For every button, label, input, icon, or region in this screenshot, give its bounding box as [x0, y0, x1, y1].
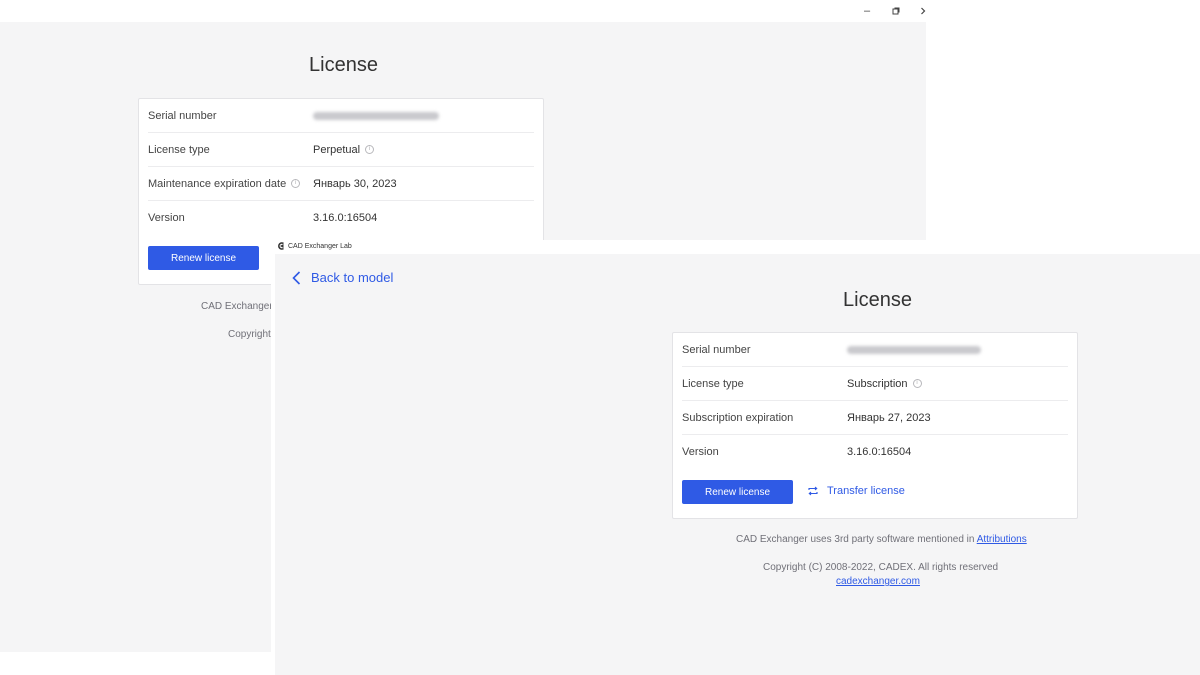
page-title: License	[309, 54, 378, 76]
footer-copyright-partial: Copyright	[228, 329, 271, 340]
front-window: CAD Exchanger Lab Back to model License …	[271, 240, 1200, 675]
transfer-license-link[interactable]: Transfer license	[807, 485, 905, 497]
serial-number-label: Serial number	[148, 109, 217, 122]
maintenance-expiration-row: Maintenance expiration date i Январь 30,…	[148, 167, 534, 201]
version-label: Version	[682, 446, 719, 458]
back-window-titlebar: ‒	[0, 0, 926, 22]
chevron-left-icon	[292, 270, 301, 285]
serial-number-redacted	[313, 111, 439, 120]
license-type-value: Perpetual	[313, 143, 361, 156]
subscription-expiration-label: Subscription expiration	[682, 411, 794, 424]
serial-number-row: Serial number	[148, 99, 534, 133]
license-type-value: Subscription	[847, 377, 908, 390]
serial-number-redacted	[847, 345, 981, 354]
close-icon[interactable]	[916, 4, 930, 18]
maintenance-expiration-label: Maintenance expiration date	[148, 177, 287, 190]
license-type-row: License type Subscription i	[682, 367, 1068, 401]
footer-copyright: Copyright (C) 2008-2022, CADEX. All righ…	[763, 562, 999, 573]
version-label: Version	[148, 212, 185, 224]
version-value: 3.16.0:16504	[313, 212, 378, 224]
front-window-titlebar: CAD Exchanger Lab	[271, 240, 1200, 254]
license-card: Serial number License type Subscription …	[672, 332, 1078, 519]
serial-number-value	[847, 345, 981, 354]
serial-number-value	[313, 111, 439, 120]
license-type-label: License type	[682, 377, 744, 390]
attributions-text: CAD Exchanger uses 3rd party software me…	[736, 534, 975, 545]
serial-number-row: Serial number	[682, 333, 1068, 367]
transfer-icon	[808, 486, 818, 496]
renew-license-button[interactable]: Renew license	[682, 480, 793, 504]
app-title: CAD Exchanger Lab	[288, 242, 352, 250]
version-value: 3.16.0:16504	[847, 446, 912, 458]
back-to-model-link[interactable]: Back to model	[292, 270, 393, 285]
license-type-row: License type Perpetual i	[148, 133, 534, 167]
footer-attributions: CAD Exchanger uses 3rd party software me…	[736, 534, 1027, 545]
serial-number-label: Serial number	[682, 343, 751, 356]
front-window-content: Back to model License Serial number Lice…	[275, 254, 1200, 675]
minimize-icon[interactable]: ‒	[860, 4, 874, 18]
info-icon[interactable]: i	[912, 379, 922, 388]
transfer-license-label: Transfer license	[827, 485, 905, 497]
maintenance-expiration-value: Январь 30, 2023	[313, 177, 397, 190]
subscription-expiration-row: Subscription expiration Январь 27, 2023	[682, 401, 1068, 435]
version-row: Version 3.16.0:16504	[682, 435, 1068, 469]
license-type-label: License type	[148, 143, 210, 156]
restore-icon[interactable]	[889, 4, 903, 18]
subscription-expiration-value: Январь 27, 2023	[847, 411, 931, 424]
cad-exchanger-logo-icon	[278, 242, 284, 250]
attributions-link[interactable]: Attributions	[977, 534, 1027, 545]
info-icon[interactable]: i	[291, 179, 301, 188]
info-icon[interactable]: i	[365, 145, 375, 154]
website-link[interactable]: cadexchanger.com	[836, 576, 920, 587]
renew-license-button[interactable]: Renew license	[148, 246, 259, 270]
back-to-model-label: Back to model	[311, 270, 394, 285]
page-title: License	[843, 289, 912, 311]
footer-attributions-partial: CAD Exchanger	[201, 301, 273, 312]
version-row: Version 3.16.0:16504	[148, 201, 534, 235]
